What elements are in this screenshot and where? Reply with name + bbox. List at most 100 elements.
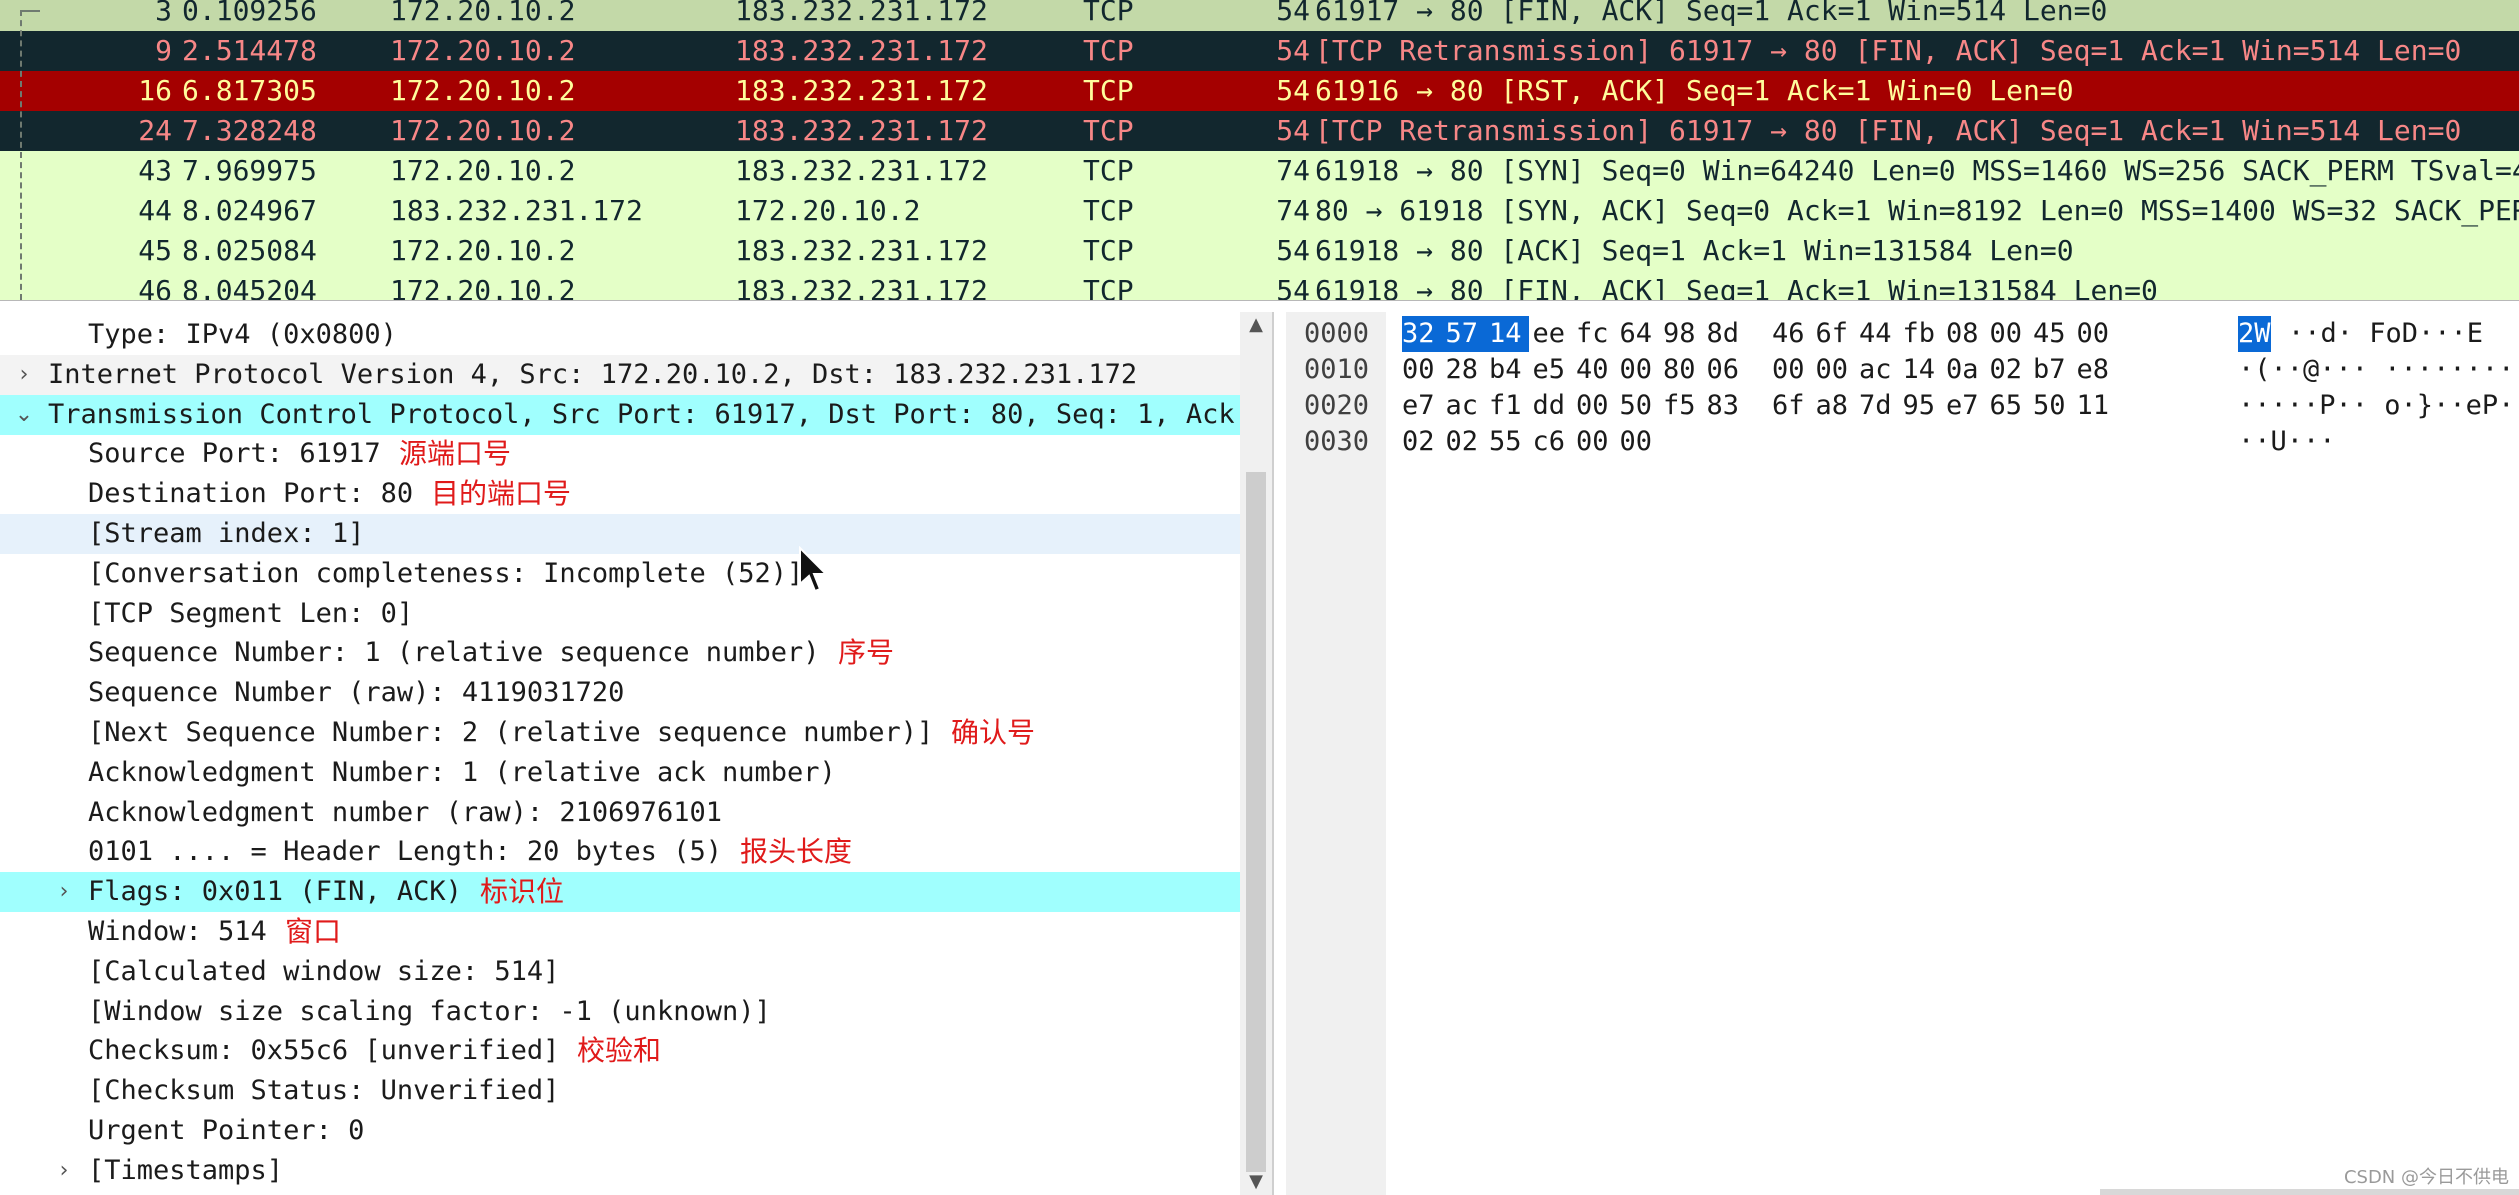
hex-byte[interactable]: 00 xyxy=(1990,316,2030,352)
detail-row[interactable]: [Window size scaling factor: -1 (unknown… xyxy=(0,992,1240,1032)
hex-byte[interactable]: 50 xyxy=(2033,388,2073,424)
packet-row[interactable]: 24 7.328248 172.20.10.2 183.232.231.172 TCP 5… xyxy=(0,111,2519,151)
detail-row[interactable]: Source Port: 61917 源端口号 xyxy=(0,434,1240,474)
detail-row[interactable]: Sequence Number (raw): 4119031720 xyxy=(0,673,1240,713)
hex-row[interactable]: 0020 e7 ac f1 dd 00 50 f5 83 6f a8 7d 95 e7 65 50 11 ····… xyxy=(1286,388,2519,424)
detail-row[interactable]: Acknowledgment number (raw): 2106976101 xyxy=(0,793,1240,833)
hex-byte[interactable]: fb xyxy=(1903,316,1943,352)
hex-byte[interactable]: 0a xyxy=(1946,352,1986,388)
detail-row[interactable]: [Next Sequence Number: 2 (relative seque… xyxy=(0,713,1240,753)
hex-row[interactable]: 0010 00 28 b4 e5 40 00 80 06 00 00 ac 14 0a 02 b7 e8 ·(··… xyxy=(1286,352,2519,388)
hex-byte[interactable]: 00 xyxy=(1772,352,1812,388)
hex-byte[interactable]: 65 xyxy=(1990,388,2030,424)
hex-byte[interactable]: e7 xyxy=(1402,388,1442,424)
scroll-down-icon[interactable]: ▼ xyxy=(1240,1169,1272,1195)
hex-byte[interactable]: ee xyxy=(1533,316,1573,352)
hex-byte[interactable]: 00 xyxy=(1576,388,1616,424)
hex-byte[interactable]: 00 xyxy=(2077,316,2117,352)
ascii-text[interactable]: ··d· FoD···E xyxy=(2288,316,2483,352)
detail-row[interactable]: [TCP Segment Len: 0] xyxy=(0,594,1240,634)
detail-row[interactable]: › Flags: 0x011 (FIN, ACK) 标识位 xyxy=(0,872,1240,913)
hex-byte[interactable]: 46 xyxy=(1772,316,1812,352)
hex-byte[interactable]: 80 xyxy=(1663,352,1703,388)
detail-row[interactable]: Window: 514 窗口 xyxy=(0,912,1240,952)
detail-row[interactable]: 0101 .... = Header Length: 20 bytes (5) 报… xyxy=(0,832,1240,872)
hex-byte[interactable]: b7 xyxy=(2033,352,2073,388)
hex-byte[interactable]: 11 xyxy=(2077,388,2117,424)
hex-byte[interactable]: dd xyxy=(1533,388,1573,424)
packet-row[interactable]: 16 6.817305 172.20.10.2 183.232.231.172 TCP 5… xyxy=(0,71,2519,111)
hex-byte[interactable]: 7d xyxy=(1859,388,1899,424)
hex-byte[interactable]: 95 xyxy=(1903,388,1943,424)
chevron-right-icon[interactable]: › xyxy=(52,1151,76,1191)
hex-row[interactable]: 0000 32 57 14 ee fc 64 98 8d 46 6f 44 fb 08 00 45 00 2W ··… xyxy=(1286,316,2519,352)
ascii-text[interactable]: ·····P·· o·}··eP· xyxy=(2238,388,2514,424)
detail-row[interactable]: [Stream index: 1] xyxy=(0,514,1240,554)
detail-row[interactable]: [Checksum Status: Unverified] xyxy=(0,1071,1240,1111)
scroll-up-icon[interactable]: ▲ xyxy=(1240,312,1272,338)
detail-row[interactable]: [Conversation completeness: Incomplete (… xyxy=(0,554,1240,594)
hex-byte[interactable]: 64 xyxy=(1620,316,1660,352)
horizontal-scrollbar[interactable] xyxy=(2100,1189,2519,1195)
hex-byte[interactable]: fc xyxy=(1576,316,1616,352)
hex-byte[interactable]: b4 xyxy=(1489,352,1529,388)
hex-byte[interactable]: 44 xyxy=(1859,316,1899,352)
hex-byte[interactable]: ac xyxy=(1859,352,1899,388)
hex-row[interactable]: 0030 02 02 55 c6 00 00 ··U··· xyxy=(1286,424,2519,460)
hex-byte[interactable]: 57 xyxy=(1445,316,1490,352)
hex-byte[interactable]: 02 xyxy=(1446,424,1486,460)
hex-byte[interactable]: e8 xyxy=(2077,352,2117,388)
hex-byte[interactable]: c6 xyxy=(1533,424,1573,460)
hex-byte[interactable]: 6f xyxy=(1772,388,1812,424)
chevron-right-icon[interactable]: › xyxy=(12,355,36,395)
hex-byte[interactable]: 06 xyxy=(1707,352,1747,388)
hex-byte[interactable]: 83 xyxy=(1707,388,1747,424)
hex-byte[interactable]: 00 xyxy=(1620,424,1660,460)
hex-byte[interactable]: 45 xyxy=(2033,316,2073,352)
detail-row[interactable]: [Calculated window size: 514] xyxy=(0,952,1240,992)
hex-byte[interactable]: 32 xyxy=(1402,316,1446,352)
chevron-down-icon[interactable]: ⌄ xyxy=(12,395,36,435)
packet-details-pane[interactable]: Type: IPv4 (0x0800) › Internet Protocol Ve… xyxy=(0,312,1274,1195)
detail-row[interactable]: Type: IPv4 (0x0800) xyxy=(0,315,1240,355)
detail-row[interactable]: Destination Port: 80 目的端口号 xyxy=(0,474,1240,514)
detail-row[interactable]: ⌄ Transmission Control Protocol, Src Port… xyxy=(0,394,1240,435)
hex-byte[interactable]: 14 xyxy=(1489,316,1529,352)
details-scrollbar[interactable]: ▲ ▼ xyxy=(1240,312,1272,1195)
hex-byte[interactable]: 40 xyxy=(1576,352,1616,388)
hex-byte[interactable]: 00 xyxy=(1816,352,1856,388)
packet-row[interactable]: 3 0.109256 172.20.10.2 183.232.231.172 TCP 54… xyxy=(0,0,2519,31)
hex-byte[interactable]: f5 xyxy=(1663,388,1703,424)
hex-byte[interactable]: 50 xyxy=(1620,388,1660,424)
ascii-text[interactable]: ·(··@··· ········ xyxy=(2238,352,2514,388)
ascii-text[interactable]: ··U··· xyxy=(2238,424,2336,460)
hex-byte[interactable]: f1 xyxy=(1489,388,1529,424)
hex-byte[interactable]: 00 xyxy=(1576,424,1616,460)
packet-row[interactable]: 9 2.514478 172.20.10.2 183.232.231.172 TCP 54… xyxy=(0,31,2519,71)
scrollbar-thumb[interactable] xyxy=(1246,472,1266,1172)
ascii-selected[interactable]: 2W xyxy=(2238,316,2271,352)
packet-row[interactable]: 46 8.045204 172.20.10.2 183.232.231.172 TCP 5… xyxy=(0,271,2519,300)
detail-row[interactable]: Sequence Number: 1 (relative sequence nu… xyxy=(0,633,1240,673)
packet-list[interactable]: 3 0.109256 172.20.10.2 183.232.231.172 TCP 54… xyxy=(0,0,2519,301)
hex-byte[interactable]: 02 xyxy=(1402,424,1442,460)
hex-byte[interactable]: 08 xyxy=(1946,316,1986,352)
hex-byte[interactable]: e7 xyxy=(1946,388,1986,424)
hex-byte[interactable]: 02 xyxy=(1990,352,2030,388)
hex-byte[interactable]: ac xyxy=(1446,388,1486,424)
packet-row[interactable]: 43 7.969975 172.20.10.2 183.232.231.172 TCP 7… xyxy=(0,151,2519,191)
hex-byte[interactable]: 00 xyxy=(1620,352,1660,388)
hex-byte[interactable]: 14 xyxy=(1903,352,1943,388)
detail-row[interactable]: Checksum: 0x55c6 [unverified] 校验和 xyxy=(0,1031,1240,1071)
detail-row[interactable]: Acknowledgment Number: 1 (relative ack n… xyxy=(0,753,1240,793)
detail-row[interactable]: Urgent Pointer: 0 xyxy=(0,1111,1240,1151)
hex-byte[interactable]: a8 xyxy=(1816,388,1856,424)
packet-row[interactable]: 45 8.025084 172.20.10.2 183.232.231.172 TCP 5… xyxy=(0,231,2519,271)
hex-byte[interactable]: 28 xyxy=(1446,352,1486,388)
hex-byte[interactable]: 8d xyxy=(1707,316,1747,352)
hex-byte[interactable]: 00 xyxy=(1402,352,1442,388)
detail-row[interactable]: › [Timestamps] xyxy=(0,1151,1240,1191)
hex-byte[interactable]: 98 xyxy=(1663,316,1703,352)
hex-byte[interactable]: e5 xyxy=(1533,352,1573,388)
chevron-right-icon[interactable]: › xyxy=(52,872,76,912)
